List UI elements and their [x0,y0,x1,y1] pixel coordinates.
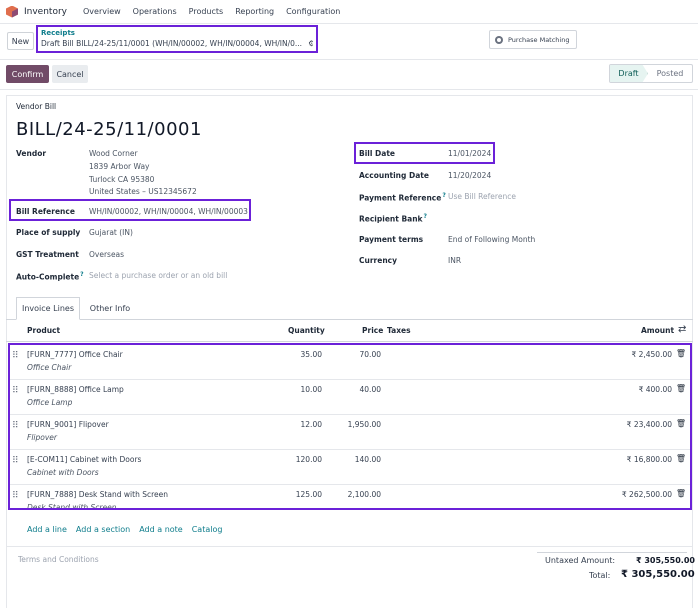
add-section-link[interactable]: Add a section [76,525,130,534]
vendor-name[interactable]: Wood Corner [89,149,138,158]
recipient-bank-label: Recipient Bank? [359,213,427,224]
currency-field[interactable]: INR [448,256,461,265]
purchase-matching-icon [495,35,503,44]
vendor-address-line: 1839 Arbor Way [89,162,150,171]
menu-reporting[interactable]: Reporting [235,7,274,16]
status-bar: Draft Posted [609,64,693,83]
gear-icon[interactable]: ⚙ [308,38,313,49]
invoice-lines-highlight [8,343,692,510]
total-label: Total: [589,571,611,580]
column-header-taxes[interactable]: Taxes [387,326,411,335]
vendor-label: Vendor [16,149,47,158]
table-header-divider [6,341,693,342]
payment-reference-input[interactable]: Use Bill Reference [448,192,516,201]
app-name[interactable]: Inventory [24,7,67,17]
menu-operations[interactable]: Operations [133,7,177,16]
column-header-amount[interactable]: Amount [641,326,674,335]
column-header-product[interactable]: Product [27,326,60,335]
new-button[interactable]: New [7,32,34,50]
status-posted[interactable]: Posted [648,65,692,82]
place-of-supply-label: Place of supply [16,228,81,237]
auto-complete-label: Auto-Complete? [16,271,84,282]
tab-invoice-lines[interactable]: Invoice Lines [16,297,80,320]
bill-reference-field[interactable]: WH/IN/00002, WH/IN/00004, WH/IN/00003 [89,207,248,216]
auto-complete-label-text: Auto-Complete [16,272,80,282]
total-value: ₹ 305,550.00 [621,569,695,580]
breadcrumb: Receipts Draft Bill BILL/24-25/11/0001 (… [36,25,318,53]
recipient-bank-label-text: Recipient Bank [359,214,423,224]
add-line-link[interactable]: Add a line [27,525,67,534]
purchase-matching-button[interactable]: Purchase Matching [489,30,577,49]
menu-configuration[interactable]: Configuration [286,7,340,16]
catalog-link[interactable]: Catalog [192,525,223,534]
top-navbar: Inventory Overview Operations Products R… [0,0,698,24]
accounting-date-field[interactable]: 11/20/2024 [448,171,491,180]
column-header-quantity[interactable]: Quantity [288,326,325,335]
help-icon[interactable]: ? [442,192,445,199]
footer-divider [6,546,693,547]
breadcrumb-current: Draft Bill BILL/24-25/11/0001 (WH/IN/000… [41,38,313,49]
menu-overview[interactable]: Overview [83,7,121,16]
add-links: Add a line Add a section Add a note Catalog [27,525,231,534]
column-header-price[interactable]: Price [362,326,383,335]
bill-date-field[interactable]: 11/01/2024 [448,149,491,158]
document-type: Vendor Bill [16,102,57,111]
payment-reference-label-text: Payment Reference [359,193,442,203]
help-icon[interactable]: ? [424,213,427,220]
tab-other-info[interactable]: Other Info [80,297,140,320]
payment-reference-label: Payment Reference? [359,192,446,203]
place-of-supply-field[interactable]: Gujarat (IN) [89,228,133,237]
inventory-app-icon[interactable] [6,5,18,18]
auto-complete-input[interactable]: Select a purchase order or an old bill [89,271,227,280]
payment-terms-label: Payment terms [359,235,424,244]
currency-label: Currency [359,256,398,265]
vendor-address-line: Turlock CA 95380 [89,175,155,184]
breadcrumb-parent[interactable]: Receipts [41,29,313,38]
purchase-matching-label: Purchase Matching [508,35,570,44]
vendor-address-line: United States – US12345672 [89,187,197,196]
bill-date-label: Bill Date [359,149,395,158]
column-settings-icon[interactable]: ⇄ [678,324,686,335]
untaxed-amount-label: Untaxed Amount: [545,556,616,565]
menu-products[interactable]: Products [189,7,224,16]
cancel-button[interactable]: Cancel [52,65,88,83]
status-draft[interactable]: Draft [610,65,648,82]
terms-input[interactable]: Terms and Conditions [18,555,99,564]
action-bar: Confirm Cancel Draft Posted [0,60,698,90]
page-title: BILL/24-25/11/0001 [16,119,202,140]
add-note-link[interactable]: Add a note [139,525,183,534]
confirm-button[interactable]: Confirm [6,65,49,83]
untaxed-amount-value: ₹ 305,550.00 [636,556,695,565]
help-icon[interactable]: ? [80,271,83,278]
payment-terms-field[interactable]: End of Following Month [448,235,535,244]
gst-treatment-field[interactable]: Overseas [89,250,124,259]
gst-treatment-label: GST Treatment [16,250,79,259]
control-panel: New Receipts Draft Bill BILL/24-25/11/00… [0,24,698,60]
breadcrumb-current-label: Draft Bill BILL/24-25/11/0001 (WH/IN/000… [41,39,303,48]
bill-reference-label: Bill Reference [16,207,75,216]
accounting-date-label: Accounting Date [359,171,429,180]
